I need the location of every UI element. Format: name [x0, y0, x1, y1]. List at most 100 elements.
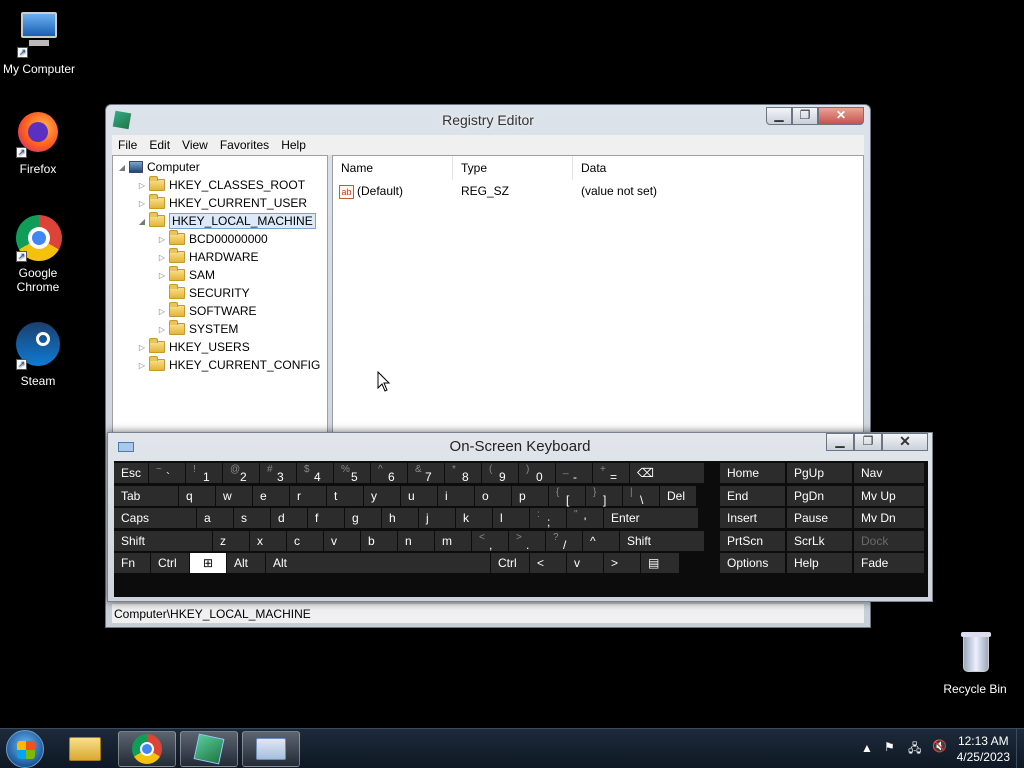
value-row-default[interactable]: ab (Default)	[339, 182, 403, 200]
expand-arrow-icon[interactable]: ▷	[157, 271, 167, 280]
key-o[interactable]: o	[475, 485, 511, 506]
column-header-type[interactable]: Type	[453, 156, 573, 180]
key-[interactable]: ? /	[546, 530, 582, 552]
key-[interactable]: _ -	[556, 463, 592, 484]
key-1[interactable]: ! 1	[186, 463, 222, 484]
key-g[interactable]: g	[345, 508, 381, 528]
key-y[interactable]: y	[364, 485, 400, 506]
tree-node-hkcr[interactable]: ▷ HKEY_CLASSES_ROOT	[137, 176, 305, 194]
key-arrow-left[interactable]: <	[530, 553, 566, 573]
key-prtscn[interactable]: PrtScn	[720, 530, 785, 551]
key-[interactable]: ~ `	[149, 463, 185, 484]
key-[interactable]: >.	[509, 530, 545, 552]
key-[interactable]: <,	[472, 530, 508, 552]
key-options[interactable]: Options	[720, 553, 785, 573]
column-header-name[interactable]: Name	[333, 156, 453, 180]
key-r[interactable]: r	[290, 485, 326, 506]
key-x[interactable]: x	[250, 530, 286, 551]
menu-favorites[interactable]: Favorites	[214, 138, 275, 152]
tree-node-security[interactable]: SECURITY	[157, 284, 250, 302]
key-5[interactable]: % 5	[334, 463, 370, 484]
expand-arrow-icon[interactable]: ▷	[137, 361, 147, 370]
key-arrow-down[interactable]: v	[567, 553, 603, 573]
key-b[interactable]: b	[361, 530, 397, 551]
key-del[interactable]: Del	[660, 485, 696, 506]
key-7[interactable]: & 7	[408, 463, 444, 484]
key-s[interactable]: s	[234, 508, 270, 528]
key-backspace[interactable]: ⌫	[630, 463, 704, 483]
show-hidden-icons-button[interactable]: ▲	[861, 741, 873, 755]
system-clock[interactable]: 12:13 AM 4/25/2023	[957, 733, 1010, 765]
key-i[interactable]: i	[438, 485, 474, 506]
key-m[interactable]: m	[435, 530, 471, 551]
expand-arrow-icon[interactable]: ▷	[137, 181, 147, 190]
key-[interactable]: }]	[586, 485, 622, 507]
collapse-arrow-icon[interactable]: ◢	[117, 163, 127, 172]
key-caps[interactable]: Caps	[114, 508, 196, 528]
key-insert[interactable]: Insert	[720, 508, 785, 528]
taskbar-chrome-button[interactable]	[118, 731, 176, 767]
key-alt[interactable]: Alt	[227, 553, 265, 573]
tree-node-hardware[interactable]: ▷ HARDWARE	[157, 248, 259, 266]
key-shift[interactable]: Shift	[114, 530, 212, 551]
key-fn[interactable]: Fn	[114, 553, 150, 573]
key-pause[interactable]: Pause	[787, 508, 852, 528]
tree-node-bcd[interactable]: ▷ BCD00000000	[157, 230, 268, 248]
close-button[interactable]: ✕	[818, 107, 864, 125]
tree-node-hklm[interactable]: ◢ HKEY_LOCAL_MACHINE	[137, 212, 316, 230]
key-windows[interactable]: ⊞	[190, 553, 226, 573]
key-l[interactable]: l	[493, 508, 529, 528]
key-w[interactable]: w	[216, 485, 252, 506]
tree-node-hku[interactable]: ▷ HKEY_USERS	[137, 338, 250, 356]
menu-edit[interactable]: Edit	[143, 138, 176, 152]
minimize-button[interactable]: ▁	[766, 107, 792, 125]
expand-arrow-icon[interactable]: ▷	[157, 253, 167, 262]
expand-arrow-icon[interactable]: ▷	[137, 343, 147, 352]
tree-node-computer[interactable]: ◢ Computer	[117, 158, 200, 176]
maximize-button[interactable]: ❐	[792, 107, 818, 125]
key-menu[interactable]: ▤	[641, 553, 679, 573]
key-end[interactable]: End	[720, 485, 785, 506]
tree-node-hkcu[interactable]: ▷ HKEY_CURRENT_USER	[137, 194, 307, 212]
desktop-icon-steam[interactable]: ↗ Steam	[0, 322, 76, 388]
key-arrow-right[interactable]: >	[604, 553, 640, 573]
key-[interactable]: | \	[623, 485, 659, 507]
taskbar-regedit-button[interactable]	[180, 731, 238, 767]
key-h[interactable]: h	[382, 508, 418, 528]
osk-maximize-button[interactable]: ❐	[854, 433, 882, 451]
key-arrow-up[interactable]: ^	[583, 530, 619, 551]
menu-file[interactable]: File	[112, 138, 143, 152]
key-3[interactable]: #3	[260, 463, 296, 484]
key-0[interactable]: ) 0	[519, 463, 555, 484]
key-mv-dn[interactable]: Mv Dn	[854, 508, 924, 528]
key-j[interactable]: j	[419, 508, 455, 528]
taskbar-explorer-button[interactable]	[56, 731, 114, 767]
desktop-icon-google-chrome[interactable]: ↗ Google Chrome	[0, 214, 76, 294]
tree-node-hkcc[interactable]: ▷ HKEY_CURRENT_CONFIG	[137, 356, 320, 374]
key-ctrl[interactable]: Ctrl	[151, 553, 189, 573]
key-pgup[interactable]: PgUp	[787, 463, 852, 483]
key-shift[interactable]: Shift	[620, 530, 704, 551]
desktop-icon-recycle-bin[interactable]: Recycle Bin	[937, 630, 1013, 696]
expand-arrow-icon[interactable]: ▷	[157, 325, 167, 334]
show-desktop-button[interactable]	[1016, 729, 1024, 768]
key-z[interactable]: z	[213, 530, 249, 551]
on-screen-keyboard-window[interactable]: On-Screen Keyboard ▁ ❐ ✕ Esc ~ `! 1 @2 #3 $4% 5…	[107, 432, 933, 602]
key-enter[interactable]: Enter	[604, 508, 698, 528]
key-4[interactable]: $4	[297, 463, 333, 484]
expand-arrow-icon[interactable]: ▷	[157, 307, 167, 316]
key-6[interactable]: ^ 6	[371, 463, 407, 484]
key-8[interactable]: * 8	[445, 463, 481, 484]
key-mv-up[interactable]: Mv Up	[854, 485, 924, 506]
key-k[interactable]: k	[456, 508, 492, 528]
tree-node-system[interactable]: ▷ SYSTEM	[157, 320, 238, 338]
key-alt[interactable]: Alt	[266, 553, 490, 573]
key-ctrl[interactable]: Ctrl	[491, 553, 529, 573]
key-[interactable]: :;	[530, 508, 566, 529]
key-f[interactable]: f	[308, 508, 344, 528]
key-c[interactable]: c	[287, 530, 323, 551]
key-arrow-down[interactable]: v	[324, 530, 360, 551]
osk-minimize-button[interactable]: ▁	[826, 433, 854, 451]
key-[interactable]: " '	[567, 508, 603, 529]
column-header-data[interactable]: Data	[573, 156, 863, 180]
